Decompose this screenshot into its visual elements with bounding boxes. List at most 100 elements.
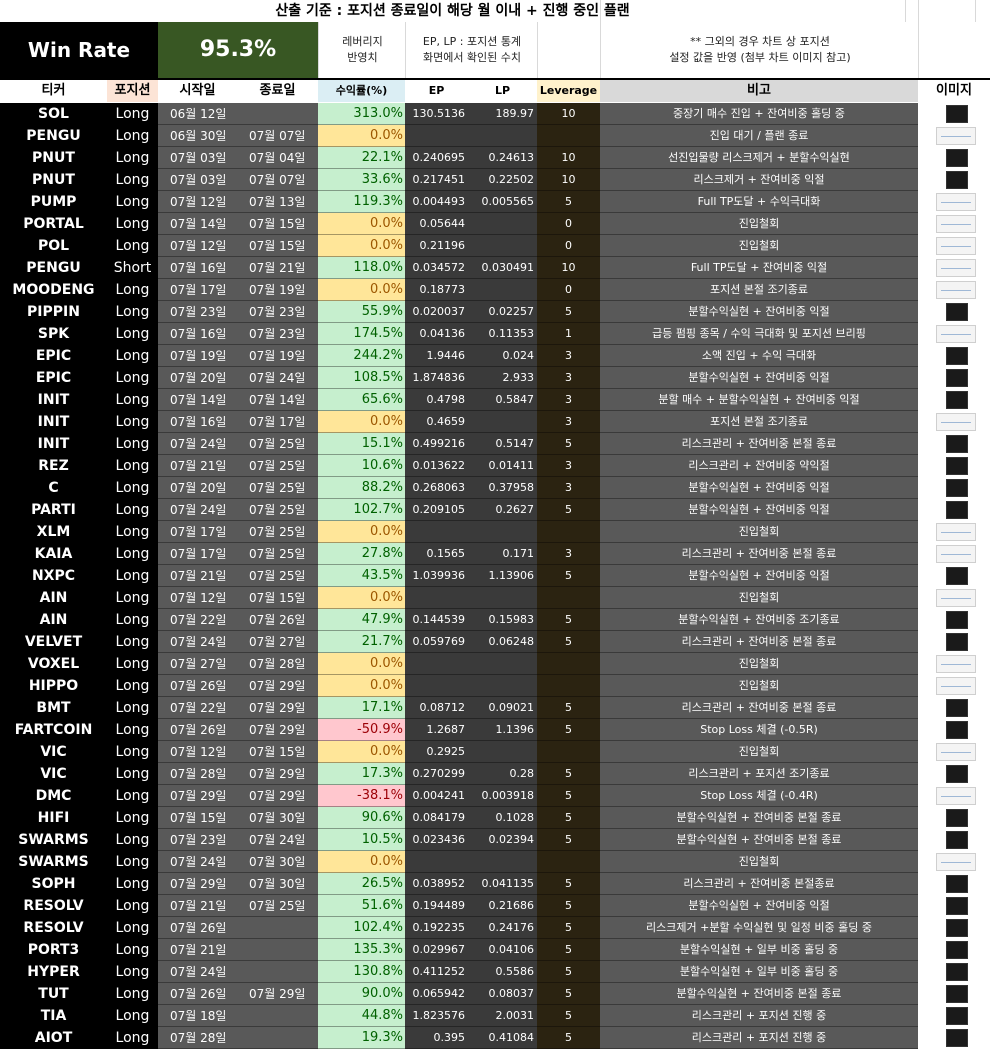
chart-thumbnail-image[interactable] bbox=[936, 589, 976, 607]
start-date-cell: 07월 26일 bbox=[158, 983, 237, 1005]
chart-thumbnail-image[interactable] bbox=[936, 193, 976, 211]
table-row: INIT Long 07월 14일 07월 14일 65.6% 0.4798 0.5847 3… bbox=[0, 389, 990, 411]
chart-thumbnail-image[interactable] bbox=[946, 897, 968, 915]
chart-thumbnail-image[interactable] bbox=[946, 831, 968, 849]
return-cell: 135.3% bbox=[318, 939, 405, 961]
chart-thumbnail-image[interactable] bbox=[946, 875, 968, 893]
chart-thumbnail-image[interactable] bbox=[936, 853, 976, 871]
ticker-cell: SWARMS bbox=[0, 851, 107, 873]
chart-thumbnail-cell bbox=[918, 301, 990, 323]
chart-thumbnail-image[interactable] bbox=[946, 457, 968, 475]
position-cell: Long bbox=[107, 697, 158, 719]
chart-thumbnail-image[interactable] bbox=[936, 787, 976, 805]
end-date-cell: 07월 15일 bbox=[237, 235, 318, 257]
end-date-cell bbox=[237, 1005, 318, 1027]
remark-cell: 리스크관리 + 포지션 조기종료 bbox=[600, 763, 918, 785]
chart-thumbnail-image[interactable] bbox=[946, 721, 968, 739]
chart-thumbnail-image[interactable] bbox=[946, 369, 968, 387]
position-cell: Long bbox=[107, 147, 158, 169]
chart-thumbnail-image[interactable] bbox=[946, 479, 968, 497]
remark-cell: Stop Loss 체결 (-0.5R) bbox=[600, 719, 918, 741]
chart-thumbnail-image[interactable] bbox=[946, 633, 968, 651]
chart-thumbnail-image[interactable] bbox=[946, 105, 968, 123]
chart-thumbnail-image[interactable] bbox=[936, 677, 976, 695]
chart-thumbnail-cell bbox=[918, 1005, 990, 1027]
chart-thumbnail-image[interactable] bbox=[946, 919, 968, 937]
header-position: 포지션 bbox=[107, 80, 158, 102]
chart-thumbnail-image[interactable] bbox=[946, 171, 968, 189]
chart-thumbnail-image[interactable] bbox=[946, 611, 968, 629]
chart-thumbnail-cell bbox=[918, 763, 990, 785]
position-cell: Long bbox=[107, 895, 158, 917]
end-date-cell: 07월 21일 bbox=[237, 257, 318, 279]
chart-thumbnail-image[interactable] bbox=[946, 1007, 968, 1025]
chart-thumbnail-image[interactable] bbox=[936, 325, 976, 343]
chart-thumbnail-image[interactable] bbox=[946, 1029, 968, 1047]
ep-cell: 1.2687 bbox=[405, 719, 468, 741]
return-cell: 0.0% bbox=[318, 741, 405, 763]
chart-thumbnail-image[interactable] bbox=[936, 743, 976, 761]
leverage-cell: 5 bbox=[537, 697, 600, 719]
remark-cell: 진입철회 bbox=[600, 675, 918, 697]
chart-thumbnail-image[interactable] bbox=[946, 303, 968, 321]
lp-cell: 0.09021 bbox=[468, 697, 537, 719]
table-row: EPIC Long 07월 19일 07월 19일 244.2% 1.9446 0.024 3… bbox=[0, 345, 990, 367]
ep-cell: 0.023436 bbox=[405, 829, 468, 851]
start-date-cell: 07월 28일 bbox=[158, 1027, 237, 1049]
end-date-cell: 07월 07일 bbox=[237, 169, 318, 191]
start-date-cell: 07월 21일 bbox=[158, 895, 237, 917]
return-cell: 118.0% bbox=[318, 257, 405, 279]
table-row: REZ Long 07월 21일 07월 25일 10.6% 0.013622 0.0141… bbox=[0, 455, 990, 477]
ticker-cell: PORT3 bbox=[0, 939, 107, 961]
chart-thumbnail-image[interactable] bbox=[936, 655, 976, 673]
table-row: SOPH Long 07월 29일 07월 30일 26.5% 0.038952 0.041… bbox=[0, 873, 990, 895]
chart-thumbnail-image[interactable] bbox=[936, 215, 976, 233]
chart-thumbnail-image[interactable] bbox=[936, 127, 976, 145]
remark-cell: 리스크관리 + 잔여비중 본절 종료 bbox=[600, 631, 918, 653]
chart-thumbnail-image[interactable] bbox=[936, 281, 976, 299]
end-date-cell: 07월 17일 bbox=[237, 411, 318, 433]
lp-cell: 189.97 bbox=[468, 103, 537, 125]
chart-thumbnail-image[interactable] bbox=[936, 545, 976, 563]
remark-cell: 리스크관리 + 잔여비중 본절 종료 bbox=[600, 697, 918, 719]
chart-thumbnail-image[interactable] bbox=[946, 985, 968, 1003]
chart-thumbnail-image[interactable] bbox=[946, 699, 968, 717]
return-cell: 10.5% bbox=[318, 829, 405, 851]
chart-thumbnail-image[interactable] bbox=[946, 963, 968, 981]
start-date-cell: 07월 22일 bbox=[158, 697, 237, 719]
start-date-cell: 07월 21일 bbox=[158, 939, 237, 961]
chart-thumbnail-image[interactable] bbox=[946, 501, 968, 519]
chart-thumbnail-image[interactable] bbox=[946, 765, 968, 783]
leverage-cell: 5 bbox=[537, 873, 600, 895]
remark-cell: 중장기 매수 진입 + 잔여비중 홀딩 중 bbox=[600, 103, 918, 125]
chart-thumbnail-image[interactable] bbox=[936, 237, 976, 255]
chart-thumbnail-image[interactable] bbox=[946, 809, 968, 827]
lp-cell: 0.41084 bbox=[468, 1027, 537, 1049]
chart-thumbnail-image[interactable] bbox=[946, 149, 968, 167]
chart-thumbnail-image[interactable] bbox=[946, 567, 968, 585]
end-date-cell: 07월 13일 bbox=[237, 191, 318, 213]
ticker-cell: REZ bbox=[0, 455, 107, 477]
position-cell: Long bbox=[107, 785, 158, 807]
header-start: 시작일 bbox=[158, 80, 237, 102]
ticker-cell: AIN bbox=[0, 587, 107, 609]
remark-cell: 분할수익실현 + 잔여비중 익절 bbox=[600, 301, 918, 323]
remark-cell: Stop Loss 체결 (-0.4R) bbox=[600, 785, 918, 807]
chart-thumbnail-image[interactable] bbox=[936, 413, 976, 431]
position-cell: Long bbox=[107, 279, 158, 301]
return-cell: 90.6% bbox=[318, 807, 405, 829]
position-cell: Long bbox=[107, 543, 158, 565]
chart-thumbnail-image[interactable] bbox=[936, 259, 976, 277]
chart-thumbnail-image[interactable] bbox=[946, 941, 968, 959]
position-cell: Long bbox=[107, 653, 158, 675]
end-date-cell: 07월 19일 bbox=[237, 279, 318, 301]
lp-cell: 0.02394 bbox=[468, 829, 537, 851]
chart-thumbnail-image[interactable] bbox=[946, 391, 968, 409]
position-cell: Long bbox=[107, 1027, 158, 1049]
start-date-cell: 07월 19일 bbox=[158, 345, 237, 367]
remark-cell: 분할수익실현 + 일부 비중 홀딩 중 bbox=[600, 961, 918, 983]
chart-thumbnail-image[interactable] bbox=[946, 347, 968, 365]
chart-thumbnail-image[interactable] bbox=[936, 523, 976, 541]
table-row: PUMP Long 07월 12일 07월 13일 119.3% 0.004493 0.00… bbox=[0, 191, 990, 213]
chart-thumbnail-image[interactable] bbox=[946, 435, 968, 453]
